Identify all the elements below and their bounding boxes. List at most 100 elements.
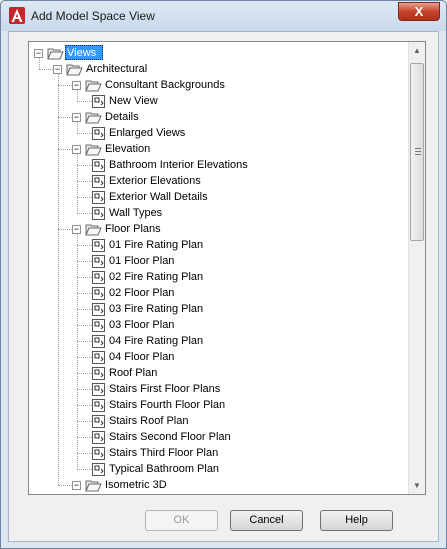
tree-view-node[interactable]: 03 Floor Plan [29,317,407,333]
grip-line [415,151,421,152]
tree-folder-node[interactable]: − Elevation [29,141,407,157]
tree-node-label: 03 Floor Plan [109,319,175,331]
open-folder-icon [85,112,102,124]
tree-view-node[interactable]: Roof Plan [29,365,407,381]
open-folder-icon [47,48,64,60]
ok-button[interactable]: OK [145,510,218,531]
tree-node-label: Consultant Backgrounds [105,79,225,91]
named-view-icon [92,95,105,108]
collapse-toggle-icon[interactable]: − [34,49,43,58]
collapse-toggle-icon[interactable]: − [72,145,81,154]
tree-node-label: Stairs Second Floor Plan [109,431,231,443]
window-title: Add Model Space View [31,9,155,23]
close-icon: X [414,4,424,19]
open-folder-icon [85,224,102,236]
tree-node-label: Wall Types [109,207,163,219]
named-view-icon [92,431,105,444]
tree-view-node[interactable]: 03 Fire Rating Plan [29,301,407,317]
tree-view-node[interactable]: Stairs Fourth Floor Plan [29,397,407,413]
tree-folder-node[interactable]: − Consultant Backgrounds [29,77,407,93]
open-folder-icon [66,64,83,76]
tree-view-node[interactable]: Enlarged Views [29,125,407,141]
tree-node-label: Stairs First Floor Plans [109,383,221,395]
tree-guide-line [58,117,72,118]
named-view-icon [92,415,105,428]
tree-view-node[interactable]: 01 Floor Plan [29,253,407,269]
tree-view-node[interactable]: 01 Fire Rating Plan [29,237,407,253]
collapse-toggle-icon[interactable]: − [72,81,81,90]
tree-node-label: Exterior Elevations [109,175,201,187]
named-view-icon [92,447,105,460]
collapse-toggle-icon[interactable]: − [72,225,81,234]
named-view-icon [92,255,105,268]
tree-node-label: Enlarged Views [109,127,186,139]
tree-view-node[interactable]: Stairs First Floor Plans [29,381,407,397]
tree-node-label: Floor Plans [105,223,161,235]
title-bar[interactable]: Add Model Space View X [1,1,446,31]
tree-node-label: Elevation [105,143,151,155]
tree-node-label: Stairs Third Floor Plan [109,447,219,459]
collapse-toggle-icon[interactable]: − [72,113,81,122]
tree-view-node[interactable]: 02 Floor Plan [29,285,407,301]
tree-view-node[interactable]: Bathroom Interior Elevations [29,157,407,173]
tree-view-node[interactable]: 04 Floor Plan [29,349,407,365]
cancel-button[interactable]: Cancel [230,510,303,531]
tree-node-label: Exterior Wall Details [109,191,208,203]
scrollbar-thumb[interactable] [410,63,424,241]
tree-node-label: 02 Fire Rating Plan [109,271,204,283]
tree-node-label: Isometric 3D [105,479,167,491]
scroll-down-arrow-icon[interactable]: ▼ [409,477,425,494]
tree-guide-line [58,85,72,86]
open-folder-icon [85,80,102,92]
named-view-icon [92,287,105,300]
tree-node-label: 04 Floor Plan [109,351,175,363]
tree-node-label: Views [67,47,97,59]
collapse-toggle-icon[interactable]: − [72,481,81,490]
named-view-icon [92,127,105,140]
tree-folder-node[interactable]: − Floor Plans [29,221,407,237]
close-button[interactable]: X [398,2,440,21]
tree-view-node[interactable]: Typical Bathroom Plan [29,461,407,477]
named-view-icon [92,191,105,204]
tree-folder-node[interactable]: − Architectural [29,61,407,77]
tree-view-node[interactable]: Exterior Elevations [29,173,407,189]
grip-line [415,148,421,149]
collapse-toggle-icon[interactable]: − [53,65,62,74]
tree-view-node[interactable]: Exterior Wall Details [29,189,407,205]
tree-node-label: New View [109,95,158,107]
scroll-up-arrow-icon[interactable]: ▲ [409,42,425,59]
tree-view-node[interactable]: Stairs Third Floor Plan [29,445,407,461]
vertical-scrollbar[interactable]: ▲ ▼ [408,42,425,494]
named-view-icon [92,271,105,284]
tree-folder-node[interactable]: − Isometric 3D [29,477,407,493]
tree-guide-line [58,229,72,230]
tree-node-label: Architectural [86,63,148,75]
tree-folder-node[interactable]: − Views [29,45,407,61]
named-view-icon [92,175,105,188]
tree-view-node[interactable]: Wall Types [29,205,407,221]
tree-view-node[interactable]: New View [29,93,407,109]
named-view-icon [92,463,105,476]
tree-guide-line [58,149,72,150]
tree-node-label: 01 Floor Plan [109,255,175,267]
tree-node-label: Bathroom Interior Elevations [109,159,248,171]
named-view-icon [92,159,105,172]
tree-view-node[interactable]: 02 Fire Rating Plan [29,269,407,285]
tree-view-node[interactable]: 04 Fire Rating Plan [29,333,407,349]
tree-view-node[interactable]: Stairs Second Floor Plan [29,429,407,445]
tree-folder-node[interactable]: − Details [29,109,407,125]
named-view-icon [92,335,105,348]
tree-guide-line [39,69,53,70]
tree-node-label: 02 Floor Plan [109,287,175,299]
tree-node-label: 01 Fire Rating Plan [109,239,204,251]
named-view-icon [92,367,105,380]
help-button[interactable]: Help [320,510,393,531]
views-tree[interactable]: − Views − Architectural − Consultant Backgrou… [29,42,409,494]
tree-node-label: Details [105,111,139,123]
named-view-icon [92,351,105,364]
named-view-icon [92,207,105,220]
open-folder-icon [85,144,102,156]
open-folder-icon [85,480,102,492]
views-tree-panel[interactable]: − Views − Architectural − Consultant Backgrou… [28,41,426,495]
tree-view-node[interactable]: Stairs Roof Plan [29,413,407,429]
